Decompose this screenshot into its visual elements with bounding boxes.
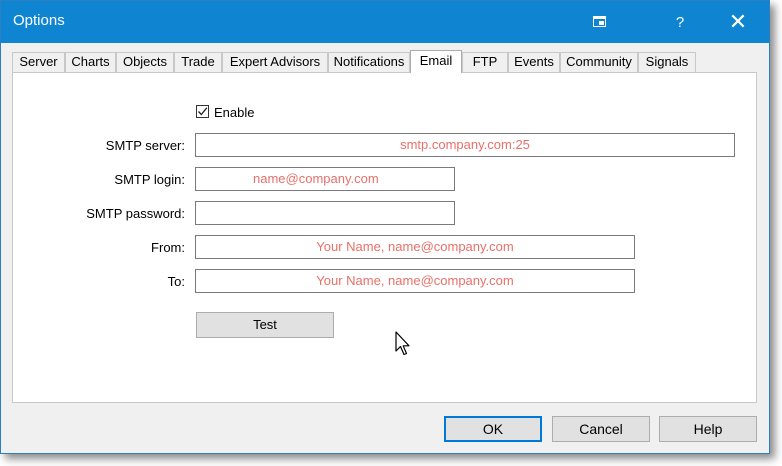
cancel-button[interactable]: Cancel xyxy=(552,416,650,442)
to-input[interactable]: Your Name, name@company.com xyxy=(195,269,635,293)
tab-community[interactable]: Community xyxy=(560,52,638,72)
tab-charts[interactable]: Charts xyxy=(65,52,116,72)
tab-email[interactable]: Email xyxy=(410,50,462,73)
smtp-password-label: SMTP password: xyxy=(86,206,185,221)
tab-expert-advisors[interactable]: Expert Advisors xyxy=(222,52,328,72)
tab-ftp[interactable]: FTP xyxy=(462,52,508,72)
smtp-server-input[interactable]: smtp.company.com:25 xyxy=(195,133,735,157)
title-bar[interactable]: Options ? ✕ xyxy=(1,1,769,43)
ok-button[interactable]: OK xyxy=(444,416,542,442)
tab-server[interactable]: Server xyxy=(12,52,65,72)
help-icon[interactable]: ? xyxy=(657,1,703,43)
smtp-login-label: SMTP login: xyxy=(114,172,185,187)
smtp-server-label: SMTP server: xyxy=(105,138,185,153)
tab-signals[interactable]: Signals xyxy=(638,52,696,72)
window-title: Options xyxy=(13,12,65,29)
help-button[interactable]: Help xyxy=(659,416,757,442)
tab-notifications[interactable]: Notifications xyxy=(328,52,410,72)
smtp-password-input[interactable] xyxy=(195,201,455,225)
enable-label[interactable]: Enable xyxy=(214,105,254,120)
to-label: To: xyxy=(167,274,185,289)
checkmark-icon xyxy=(198,107,208,116)
tab-objects[interactable]: Objects xyxy=(116,52,174,72)
restore-window-icon[interactable] xyxy=(577,1,623,43)
tab-trade[interactable]: Trade xyxy=(174,52,222,72)
from-label: From: xyxy=(151,240,185,255)
mouse-cursor-icon xyxy=(395,331,410,356)
tab-events[interactable]: Events xyxy=(508,52,560,72)
test-button[interactable]: Test xyxy=(196,312,334,338)
close-icon[interactable]: ✕ xyxy=(715,1,761,43)
smtp-login-input[interactable]: name@company.com xyxy=(195,167,455,191)
enable-checkbox[interactable] xyxy=(196,105,209,118)
from-input[interactable]: Your Name, name@company.com xyxy=(195,235,635,259)
